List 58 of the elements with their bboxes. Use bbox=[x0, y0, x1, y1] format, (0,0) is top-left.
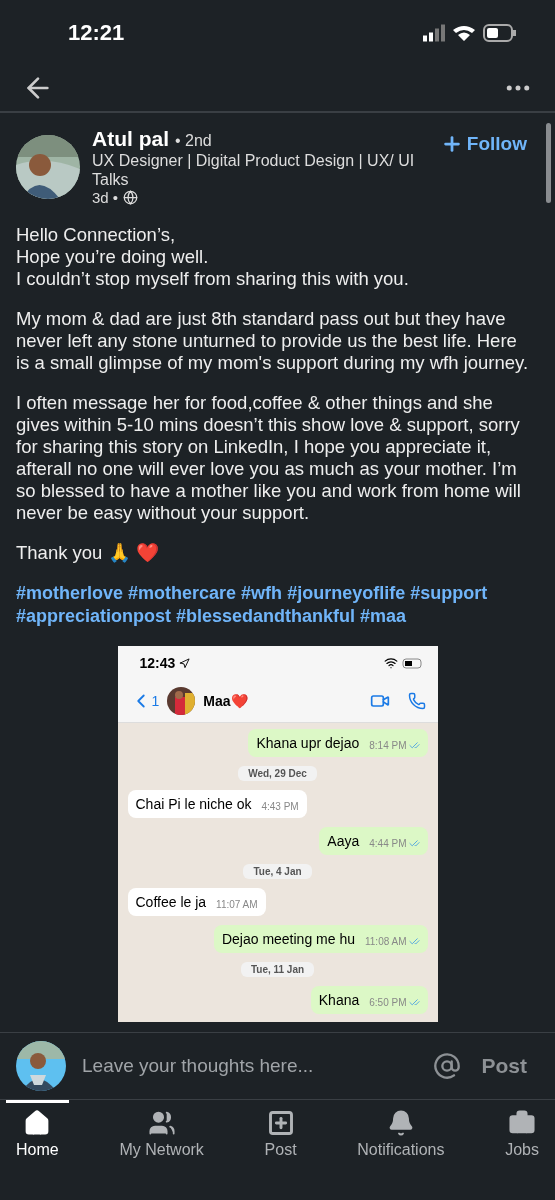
hashtag-link[interactable]: #support bbox=[410, 582, 488, 605]
date-label: Tue, 11 Jan bbox=[240, 962, 315, 977]
author-headline: UX Designer | Digital Product Design | UX/ UI Talks bbox=[92, 151, 416, 189]
post-paragraph: Hello Connection’s, Hope you’re doing well. I couldn’t stop myself from sharing this with you. bbox=[16, 224, 410, 290]
mention-icon[interactable] bbox=[433, 1052, 462, 1080]
message-text: Chai Pi le niche ok bbox=[135, 796, 252, 812]
follow-button[interactable]: Follow bbox=[440, 127, 527, 155]
hashtag-link[interactable]: #wfh bbox=[241, 582, 283, 605]
status-time: 12:21 bbox=[68, 19, 125, 46]
post-age: 3d • bbox=[92, 189, 119, 206]
nav-tab[interactable]: Home bbox=[6, 1100, 69, 1159]
post-paragraph: Thank you 🙏 ❤ bbox=[16, 542, 160, 564]
nav-tab[interactable]: Notifications bbox=[347, 1100, 455, 1159]
read-ticks-icon bbox=[408, 740, 420, 751]
date-label: Tue, 4 Jan bbox=[243, 864, 312, 879]
message-text: Khana upr dejao bbox=[256, 735, 360, 751]
battery-icon bbox=[401, 657, 424, 669]
wifi-icon bbox=[383, 656, 398, 670]
message-time: 11:07 AM bbox=[216, 899, 258, 910]
message-time: 4:44 PM bbox=[369, 838, 407, 849]
post-paragraph: I often message her for food,coffee & other things and she gives within 5-10 mins doesn’t this show love & support, sorry for sharing this story on LinkedIn, I hope you appreciate it, afterall no one will ever love you as much as your mother. I’m so blessed to have a mother like you and work from home will never be easy without your support. bbox=[16, 392, 522, 524]
message-text: Dejao meeting me hu bbox=[221, 931, 355, 947]
message-time: 6:50 PM bbox=[369, 997, 407, 1008]
read-ticks-icon bbox=[408, 997, 420, 1008]
hashtag-link[interactable]: #blessedandthankful bbox=[176, 605, 356, 628]
globe-icon bbox=[123, 190, 139, 205]
plus-square-icon bbox=[266, 1109, 295, 1137]
unread-count: 1 bbox=[151, 693, 160, 709]
author-name[interactable]: Atul pal bbox=[92, 127, 169, 150]
date-label: Wed, 29 Dec bbox=[238, 766, 317, 781]
nav-tab[interactable]: My Network bbox=[109, 1100, 214, 1159]
nav-tab[interactable]: Jobs bbox=[495, 1100, 549, 1159]
hashtag-link[interactable]: #appreciationpost bbox=[16, 605, 172, 628]
message-text: Coffee le ja bbox=[135, 894, 207, 910]
hashtag-link[interactable]: #mothercare bbox=[128, 582, 237, 605]
post-paragraph: My mom & dad are just 8th standard pass out but they have never left any stone unturned to provide us the best life. Here is a small glimpse of my mom's support during my wfh journey. bbox=[16, 308, 530, 374]
location-icon bbox=[179, 657, 191, 669]
nav-tab[interactable]: Post bbox=[254, 1100, 307, 1159]
message-text: Aaya bbox=[327, 833, 360, 849]
message-time: 4:43 PM bbox=[261, 801, 299, 812]
hashtag-link[interactable]: #maa bbox=[360, 605, 407, 628]
battery-icon bbox=[483, 23, 517, 42]
hashtag-link[interactable]: #journeyoflife bbox=[287, 582, 406, 605]
chat-status-time: 12:43 bbox=[139, 655, 176, 671]
signal-icon bbox=[423, 23, 445, 42]
read-ticks-icon bbox=[408, 936, 420, 947]
message-time: 8:14 PM bbox=[369, 740, 407, 751]
post-button[interactable]: Post bbox=[475, 1053, 533, 1079]
wifi-icon bbox=[453, 23, 475, 42]
people-icon bbox=[147, 1109, 176, 1137]
read-ticks-icon bbox=[408, 838, 420, 849]
connection-degree: • 2nd bbox=[175, 132, 212, 149]
contact-name: Maa❤ bbox=[203, 693, 249, 709]
message-time: 11:08 AM bbox=[365, 936, 407, 947]
phone-icon[interactable] bbox=[407, 692, 426, 710]
comment-field[interactable]: Leave your thoughts here... bbox=[80, 1054, 420, 1078]
hashtag-link[interactable]: #motherlove bbox=[16, 582, 124, 605]
message-text: Khana bbox=[318, 992, 360, 1008]
